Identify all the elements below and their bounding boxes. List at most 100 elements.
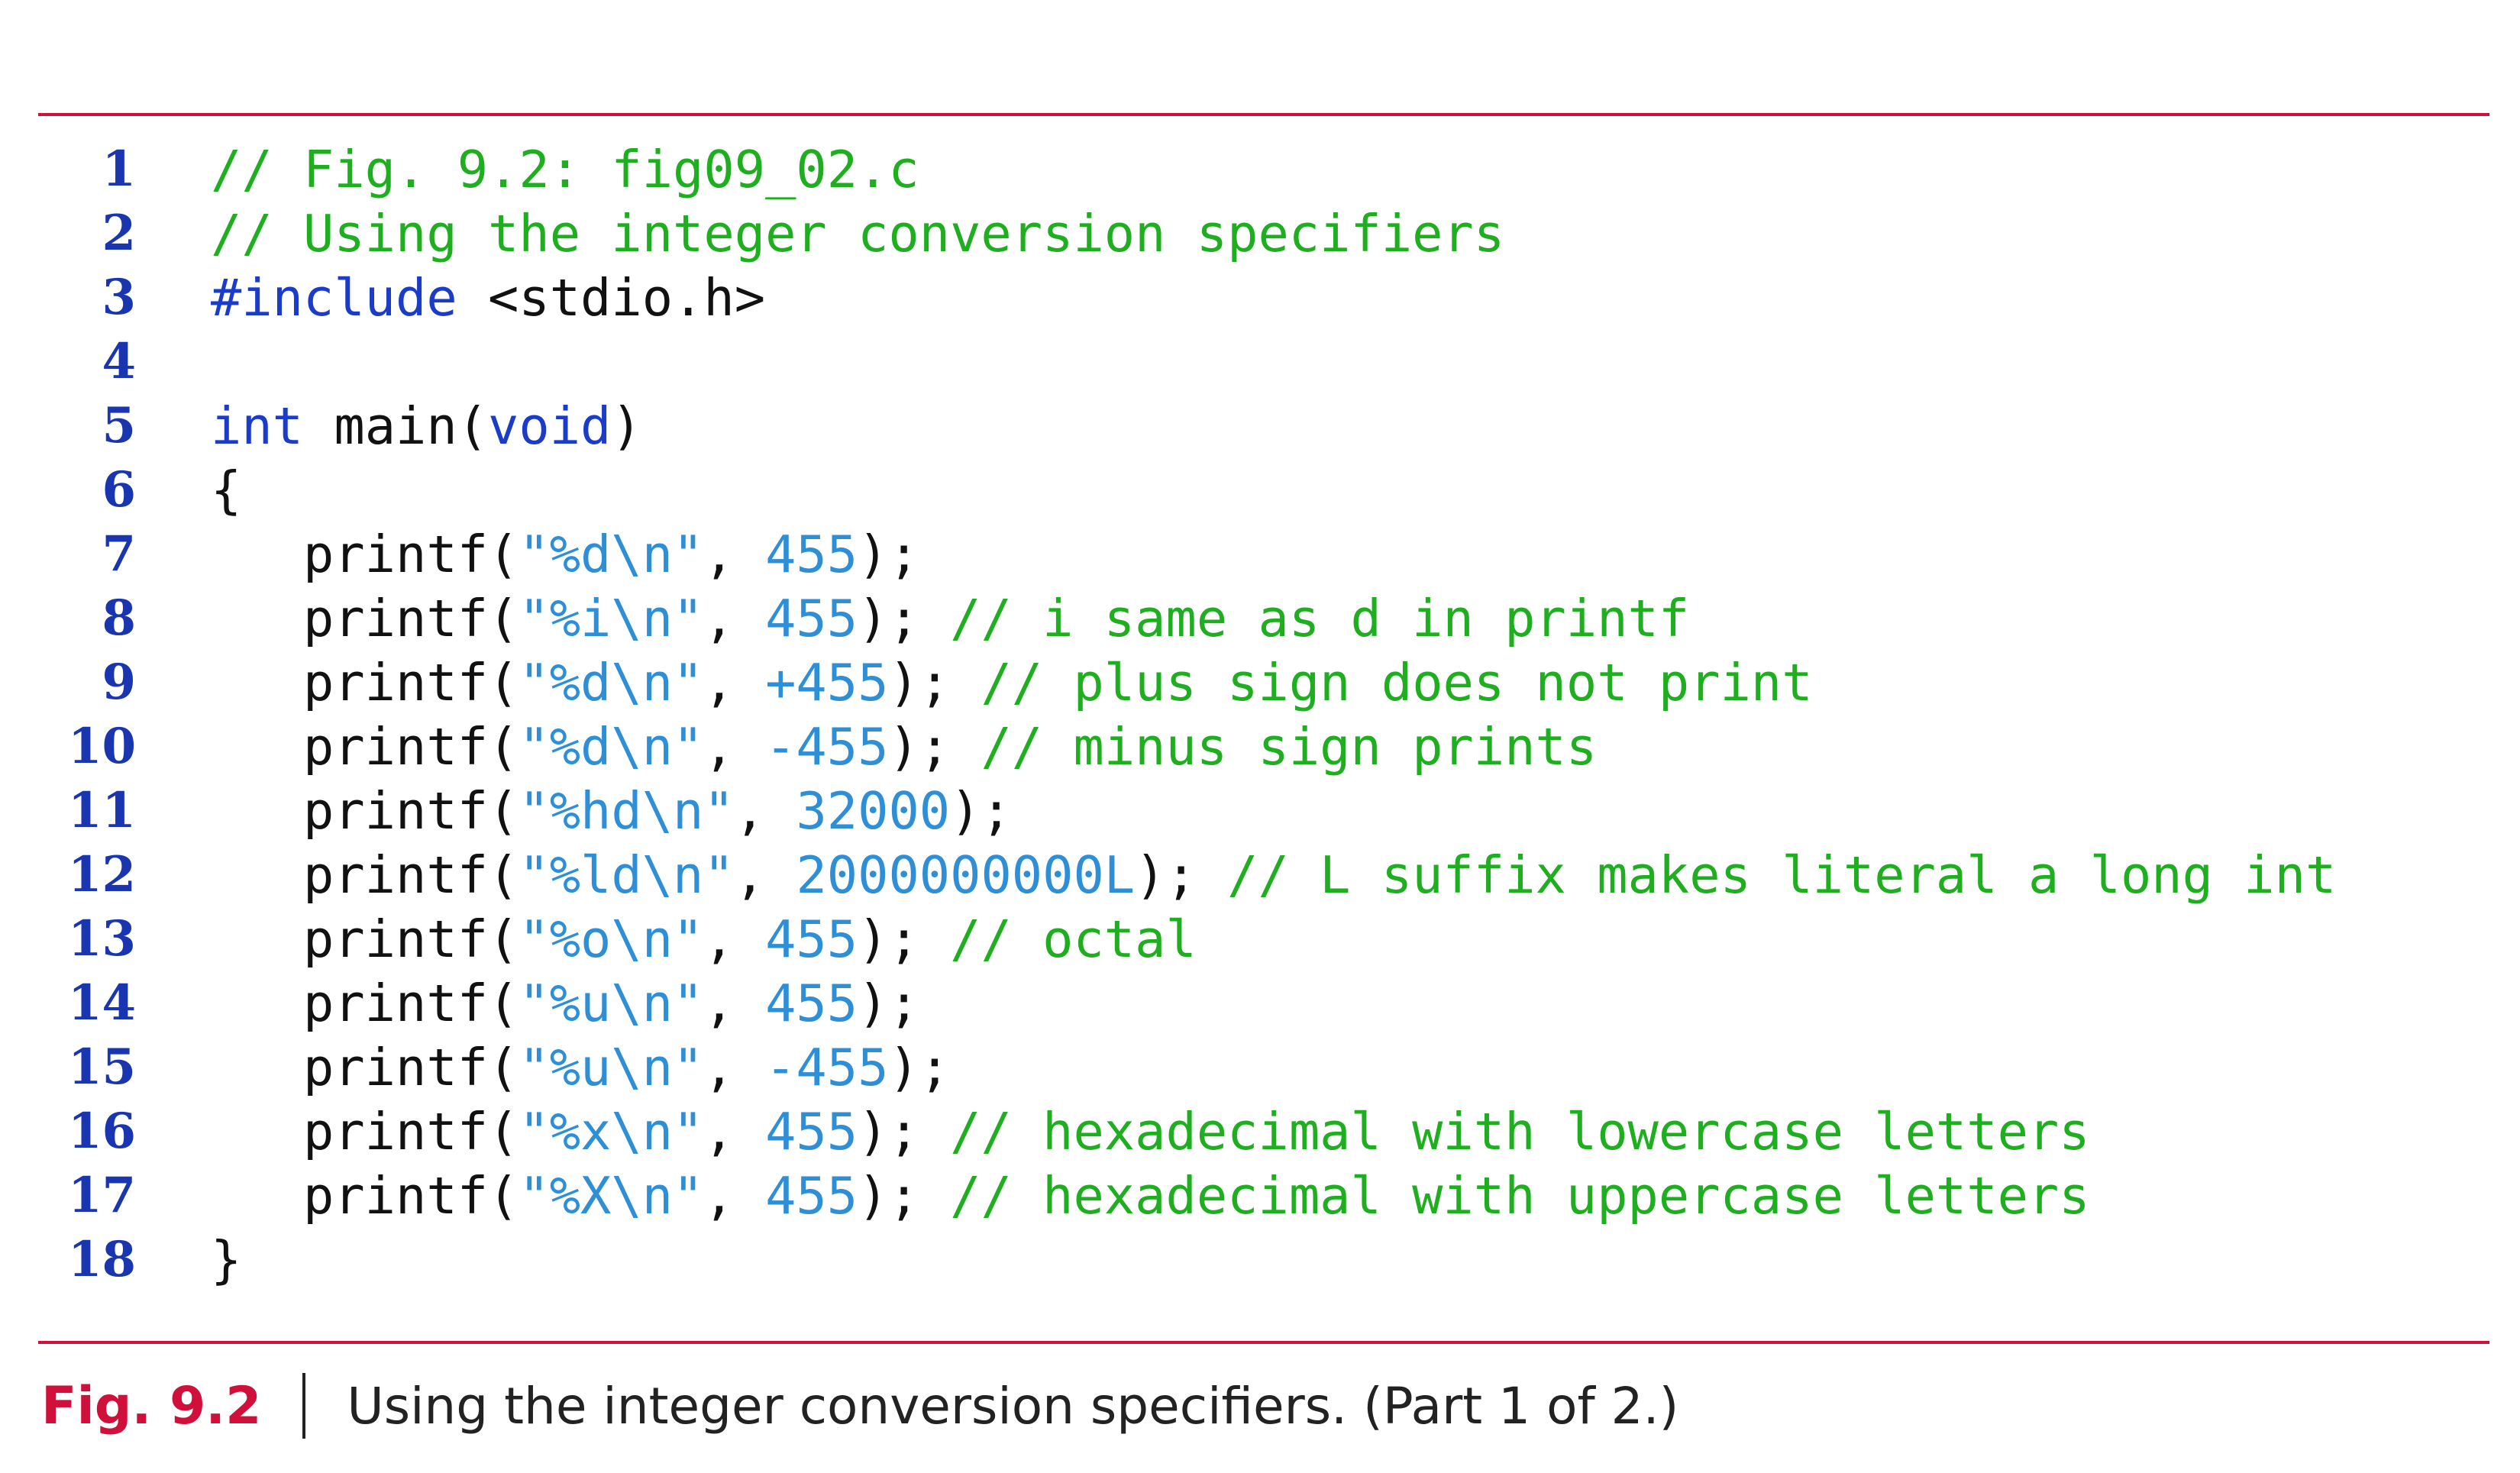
code-line: 2 // Using the integer conversion specifi… bbox=[0, 202, 2520, 266]
code-text: #include <stdio.h> bbox=[211, 266, 765, 330]
code-token-plain: printf( bbox=[211, 974, 519, 1033]
code-token-plain: ); bbox=[858, 525, 919, 584]
code-token-plain: ); bbox=[858, 909, 951, 969]
code-token-keyword: int bbox=[211, 396, 304, 456]
code-token-comment: // plus sign does not print bbox=[981, 653, 1813, 712]
line-number: 9 bbox=[102, 654, 136, 711]
code-token-string: "%d\n" bbox=[519, 525, 704, 584]
code-token-plain: ); bbox=[888, 653, 981, 712]
line-number: 11 bbox=[67, 782, 136, 839]
code-token-plain: printf( bbox=[211, 717, 519, 777]
code-text: // Using the integer conversion specifie… bbox=[211, 202, 1504, 266]
code-text: printf("%d\n", +455); // plus sign does … bbox=[211, 651, 1813, 715]
code-line: 13 printf("%o\n", 455); // octal bbox=[0, 907, 2520, 971]
code-text: } bbox=[211, 1228, 241, 1292]
code-token-keyword: #include bbox=[211, 268, 457, 328]
code-token-comment: // Using the integer conversion specifie… bbox=[211, 204, 1505, 263]
code-token-plain: , bbox=[703, 525, 766, 584]
code-token-plain: printf( bbox=[211, 653, 519, 712]
code-token-comment: // hexadecimal with uppercase letters bbox=[950, 1166, 2090, 1226]
code-token-string: "%d\n" bbox=[519, 717, 704, 777]
line-number: 2 bbox=[102, 205, 136, 262]
figure-caption: Fig. 9.2 Using the integer conversion sp… bbox=[41, 1364, 1678, 1448]
code-token-comment: // Fig. 9.2: fig09_02.c bbox=[211, 140, 919, 199]
line-number: 14 bbox=[67, 974, 136, 1032]
code-token-string: "%hd\n" bbox=[519, 781, 735, 841]
code-text: printf("%o\n", 455); // octal bbox=[211, 907, 1197, 971]
code-token-number: 455 bbox=[765, 525, 858, 584]
code-token-number: 455 bbox=[765, 909, 858, 969]
code-token-comment: // hexadecimal with lowercase letters bbox=[950, 1102, 2090, 1161]
code-token-comment: // octal bbox=[950, 909, 1197, 969]
code-line: 6{ bbox=[0, 458, 2520, 522]
line-number: 15 bbox=[67, 1039, 136, 1096]
code-token-plain: printf( bbox=[211, 589, 519, 648]
code-line: 11 printf("%hd\n", 32000); bbox=[0, 779, 2520, 843]
code-line: 12 printf("%ld\n", 2000000000L); // L su… bbox=[0, 843, 2520, 907]
code-token-number: +455 bbox=[765, 653, 889, 712]
code-line: 1 // Fig. 9.2: fig09_02.c bbox=[0, 137, 2520, 202]
code-token-plain: , bbox=[703, 589, 766, 648]
code-token-plain: ); bbox=[858, 974, 919, 1033]
code-token-plain: , bbox=[703, 653, 766, 712]
code-token-number: 32000 bbox=[796, 781, 951, 841]
code-token-number: -455 bbox=[765, 1038, 889, 1097]
code-token-plain: , bbox=[703, 717, 766, 777]
code-token-plain: printf( bbox=[211, 1038, 519, 1097]
code-line: 18} bbox=[0, 1228, 2520, 1292]
code-text: printf("%X\n", 455); // hexadecimal with… bbox=[211, 1164, 2090, 1228]
code-line: 10 printf("%d\n", -455); // minus sign p… bbox=[0, 715, 2520, 779]
code-token-plain: printf( bbox=[211, 1102, 519, 1161]
code-token-plain: ); bbox=[1135, 845, 1228, 905]
line-number: 13 bbox=[67, 910, 136, 967]
code-token-plain: ) bbox=[611, 396, 642, 456]
code-token-plain: printf( bbox=[211, 845, 519, 905]
code-token-plain: ); bbox=[950, 781, 1012, 841]
line-number: 4 bbox=[102, 333, 136, 390]
code-token-plain: , bbox=[703, 1166, 766, 1226]
line-number: 3 bbox=[102, 269, 136, 326]
figure-label: Fig. 9.2 bbox=[41, 1375, 262, 1436]
code-token-number: -455 bbox=[765, 717, 889, 777]
code-text: printf("%u\n", 455); bbox=[211, 971, 919, 1035]
code-token-plain: , bbox=[703, 1038, 766, 1097]
code-token-string: "%X\n" bbox=[519, 1166, 704, 1226]
code-text: printf("%ld\n", 2000000000L); // L suffi… bbox=[211, 843, 2336, 907]
code-token-string: "%x\n" bbox=[519, 1102, 704, 1161]
line-number: 8 bbox=[102, 590, 136, 647]
code-token-number: 455 bbox=[765, 974, 858, 1033]
code-token-plain: printf( bbox=[211, 525, 519, 584]
code-token-plain: , bbox=[703, 1102, 766, 1161]
code-line: 8 printf("%i\n", 455); // i same as d in… bbox=[0, 586, 2520, 651]
line-number: 7 bbox=[102, 525, 136, 583]
code-token-plain: , bbox=[703, 974, 766, 1033]
code-line: 14 printf("%u\n", 455); bbox=[0, 971, 2520, 1035]
line-number: 18 bbox=[67, 1231, 136, 1288]
line-number: 6 bbox=[102, 461, 136, 518]
code-line: 3 #include <stdio.h> bbox=[0, 266, 2520, 330]
caption-text: Using the integer conversion specifiers.… bbox=[347, 1376, 1679, 1436]
code-token-plain: main( bbox=[303, 396, 489, 456]
code-line: 4 bbox=[0, 330, 2520, 394]
code-token-plain: ); bbox=[858, 589, 951, 648]
code-token-keyword: void bbox=[488, 396, 612, 456]
code-token-plain: ); bbox=[888, 717, 981, 777]
code-token-string: "%u\n" bbox=[519, 1038, 704, 1097]
code-text: printf("%d\n", 455); bbox=[211, 522, 919, 586]
code-token-plain: ); bbox=[858, 1166, 951, 1226]
code-token-plain: <stdio.h> bbox=[457, 268, 766, 328]
line-number: 17 bbox=[67, 1167, 136, 1224]
caption-separator bbox=[302, 1373, 306, 1439]
code-text: printf("%hd\n", 32000); bbox=[211, 779, 1012, 843]
code-text: printf("%i\n", 455); // i same as d in p… bbox=[211, 586, 1689, 651]
code-token-comment: // L suffix makes literal a long int bbox=[1227, 845, 2337, 905]
code-text: printf("%d\n", -455); // minus sign prin… bbox=[211, 715, 1597, 779]
code-line: 16 printf("%x\n", 455); // hexadecimal w… bbox=[0, 1100, 2520, 1164]
line-number: 5 bbox=[102, 397, 136, 454]
code-token-plain: printf( bbox=[211, 1166, 519, 1226]
code-token-plain: , bbox=[734, 781, 796, 841]
code-token-string: "%o\n" bbox=[519, 909, 704, 969]
line-number: 1 bbox=[102, 141, 136, 198]
code-token-plain: printf( bbox=[211, 781, 519, 841]
line-number: 16 bbox=[67, 1103, 136, 1160]
